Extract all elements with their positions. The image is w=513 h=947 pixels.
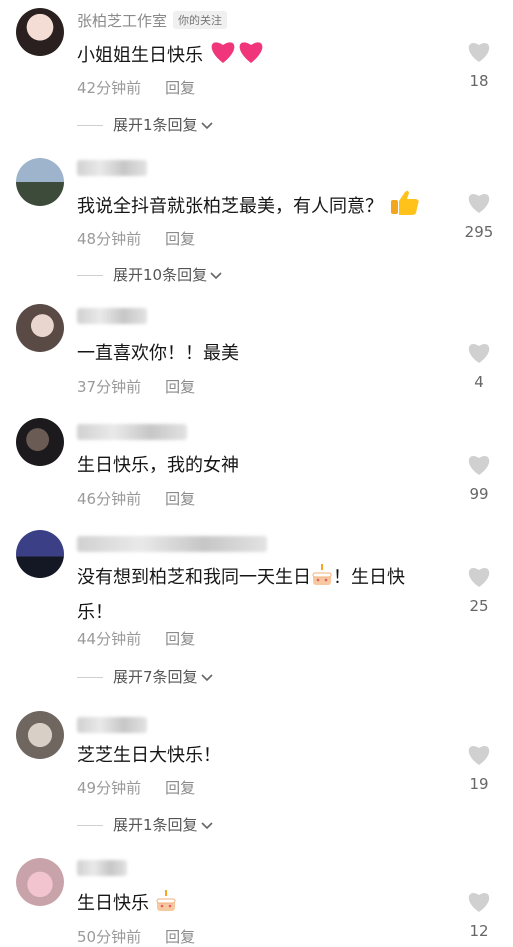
comment-time: 48分钟前 [77,230,142,248]
heart-icon [468,43,490,62]
like-button[interactable]: 12 [456,890,502,940]
reply-button[interactable]: 回复 [165,378,195,396]
comment-time: 49分钟前 [77,779,142,797]
avatar[interactable] [16,418,64,466]
reply-button[interactable]: 回复 [165,630,195,648]
following-badge: 你的关注 [173,11,228,29]
comment-text-content: ！生日快 [333,567,405,588]
avatar[interactable] [16,530,64,578]
comment-time: 44分钟前 [77,630,142,648]
expand-replies-button[interactable]: 展开7条回复 [77,666,214,687]
like-button[interactable]: 19 [456,743,502,793]
username-blurred[interactable] [77,859,127,876]
heart-icon [468,746,490,765]
divider [77,275,103,276]
chevron-down-icon [209,267,223,285]
reply-button[interactable]: 回复 [165,779,195,797]
username-blurred[interactable] [77,307,147,324]
heart-icon [468,893,490,912]
comment-text-content: 生日快乐，我的女神 [77,455,239,476]
comment-text-content: 一直喜欢你！！最美 [77,343,239,364]
comment-text: 我说全抖音就张柏芝最美，有人同意？ [77,188,447,226]
reply-button[interactable]: 回复 [165,490,195,508]
comment-text-content: 我说全抖音就张柏芝最美，有人同意？ [77,196,383,217]
comment-text-content: 小姐姐生日快乐 [77,45,203,66]
expand-replies-button[interactable]: 展开1条回复 [77,814,214,835]
comment-text: 生日快乐 [77,888,447,923]
chevron-down-icon [200,117,214,135]
like-count: 295 [464,223,494,241]
like-count: 25 [469,597,489,615]
reply-button[interactable]: 回复 [165,79,195,97]
avatar[interactable] [16,711,64,759]
comment-time: 50分钟前 [77,928,142,946]
comment-text: 小姐姐生日快乐 [77,37,447,75]
comment-text-content: 乐！ [77,602,113,623]
heart-icon [468,344,490,363]
like-count: 12 [469,922,489,940]
username-blurred[interactable] [77,535,267,552]
comment-text: 生日快乐，我的女神 [77,450,447,481]
username-blurred[interactable] [77,716,147,733]
heart-icon [468,456,490,475]
expand-replies-label: 展开1条回复 [113,816,198,834]
comment-text: 没有想到柏芝和我同一天生日 ！生日快乐！ [77,562,447,628]
like-count: 4 [474,373,484,391]
avatar[interactable] [16,8,64,56]
like-button[interactable]: 18 [456,40,502,90]
username[interactable]: 张柏芝工作室 [77,12,167,30]
comment-text-content: 没有想到柏芝和我同一天生日 [77,567,311,588]
divider [77,825,103,826]
comment-text: 芝芝生日大快乐！ [77,740,447,771]
expand-replies-label: 展开7条回复 [113,668,198,686]
comment-text: 一直喜欢你！！最美 [77,338,447,369]
divider [77,125,103,126]
chevron-down-icon [200,669,214,687]
expand-replies-button[interactable]: 展开1条回复 [77,114,214,135]
birthday-cake-emoji [155,889,177,923]
comment-time: 46分钟前 [77,490,142,508]
username-blurred[interactable] [77,423,187,440]
like-button[interactable]: 295 [456,191,502,241]
heart-icon [468,194,490,213]
like-count: 19 [469,775,489,793]
like-count: 99 [469,485,489,503]
avatar[interactable] [16,158,64,206]
birthday-cake-emoji [311,563,333,597]
chevron-down-icon [200,817,214,835]
like-button[interactable]: 99 [456,453,502,503]
comment-time: 37分钟前 [77,378,142,396]
expand-replies-label: 展开10条回复 [113,266,208,284]
comment-time: 42分钟前 [77,79,142,97]
divider [77,677,103,678]
comment-text-content: 生日快乐 [77,893,149,914]
expand-replies-label: 展开1条回复 [113,116,198,134]
username-blurred[interactable] [77,159,147,176]
reply-button[interactable]: 回复 [165,230,195,248]
like-button[interactable]: 4 [456,341,502,391]
like-button[interactable]: 25 [456,565,502,615]
heart-icon [468,568,490,587]
thumbs-up-emoji [389,188,421,226]
expand-replies-button[interactable]: 展开10条回复 [77,264,223,285]
avatar[interactable] [16,858,64,906]
avatar[interactable] [16,304,64,352]
like-count: 18 [469,72,489,90]
pink-heart-emoji [209,37,265,75]
reply-button[interactable]: 回复 [165,928,195,946]
comment-text-content: 芝芝生日大快乐！ [77,745,221,766]
